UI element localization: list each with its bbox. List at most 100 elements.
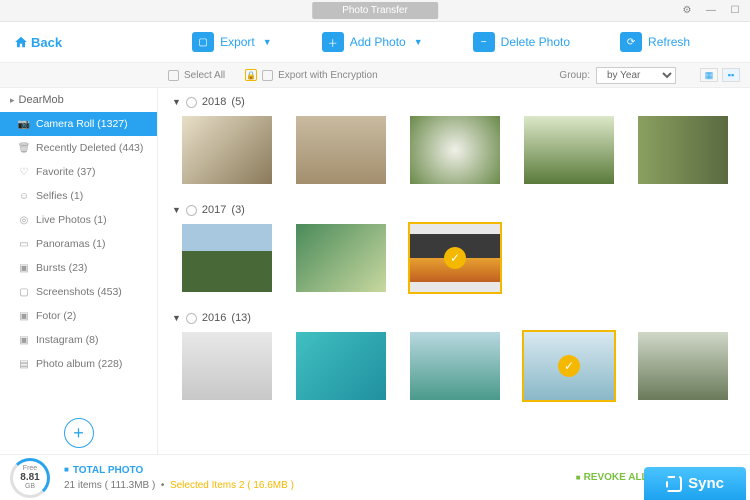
album-icon: ▤ [18,358,30,370]
sidebar-item-fotor[interactable]: ▣ Fotor (2) [0,304,157,328]
sidebar-item-live-photos[interactable]: ◎ Live Photos (1) [0,208,157,232]
back-button[interactable]: Back [14,35,62,50]
total-label: TOTAL PHOTO [73,463,143,478]
encrypt-checkbox[interactable] [262,70,273,81]
status-bar: Free 8.81 GB TOTAL PHOTO 21 items ( 111.… [0,454,750,500]
chevron-down-icon: ▼ [172,205,181,215]
folder-icon: ▣ [18,310,30,322]
view-large-button[interactable]: ▦ [700,68,718,82]
sync-label: Sync [688,475,724,492]
sidebar-item-label: Bursts (23) [36,262,87,274]
year-header[interactable]: ▼ 2018 (5) [172,92,750,112]
minimize-button[interactable]: — [704,4,718,18]
folder-icon: ▣ [18,334,30,346]
delete-photo-icon: − [473,32,495,52]
photo-thumb[interactable] [638,116,728,184]
refresh-button[interactable]: ⟳ Refresh [620,32,690,52]
view-small-button[interactable]: ▪▪ [722,68,740,82]
group-select[interactable]: by Year [596,67,676,84]
export-icon: ▢ [192,32,214,52]
storage-meter: Free 8.81 GB [10,458,50,498]
photo-thumb[interactable] [524,116,614,184]
sidebar-item-camera-roll[interactable]: 📷Camera Roll (1327) [0,112,157,136]
sidebar-item-label: Favorite (37) [36,166,96,178]
sidebar-item-label: Selfies (1) [36,190,83,202]
home-icon [14,35,28,49]
year-header[interactable]: ▼ 2017 (3) [172,200,750,220]
sidebar-item-selfies[interactable]: ☺Selfies (1) [0,184,157,208]
photo-thumb[interactable] [638,332,728,400]
main-toolbar: Back ▢ Export ▼ ＋ Add Photo ▼ − Delete P… [0,22,750,62]
photo-thumb[interactable] [524,332,614,400]
year-label: 2016 [202,312,226,324]
sidebar-item-panoramas[interactable]: ▭ Panoramas (1) [0,232,157,256]
year-group-2016: ▼ 2016 (13) [172,308,750,410]
free-gb: 8.81 [20,472,39,483]
year-label: 2017 [202,204,226,216]
album-list: 📷Camera Roll (1327) 🗑Recently Deleted (4… [0,112,157,412]
selected-line: Selected Items 2 ( 16.6MB ) [170,480,294,491]
sidebar: DearMob 📷Camera Roll (1327) 🗑Recently De… [0,88,158,454]
delete-photo-label: Delete Photo [501,35,570,49]
back-label: Back [31,35,62,50]
year-checkbox[interactable] [186,205,197,216]
sidebar-item-label: Live Photos (1) [36,214,107,226]
add-album-button[interactable]: + [64,418,94,448]
export-button[interactable]: ▢ Export ▼ [192,32,272,52]
photo-thumb[interactable] [410,224,500,292]
free-label: Free [23,465,37,472]
year-checkbox[interactable] [186,313,197,324]
select-all-label: Select All [184,70,225,81]
sidebar-item-photo-album[interactable]: ▤ Photo album (228) [0,352,157,376]
photo-thumb[interactable] [296,332,386,400]
year-count: (3) [231,204,244,216]
year-count: (5) [231,96,244,108]
settings-icon[interactable]: ⚙ [680,4,694,18]
total-line: 21 items ( 111.3MB ) [64,480,155,491]
burst-icon: ▣ [18,262,30,274]
year-group-2018: ▼ 2018 (5) [172,92,750,194]
sidebar-item-recently-deleted[interactable]: 🗑Recently Deleted (443) [0,136,157,160]
sidebar-item-label: Fotor (2) [36,310,76,322]
add-photo-button[interactable]: ＋ Add Photo ▼ [322,32,423,52]
photo-thumb[interactable] [410,332,500,400]
stats: TOTAL PHOTO 21 items ( 111.3MB ) • Selec… [64,463,294,493]
add-photo-icon: ＋ [322,32,344,52]
live-icon: ◎ [18,214,30,226]
lock-icon[interactable]: 🔒 [245,69,257,81]
title-bar: Photo Transfer ⚙ — ☐ [0,0,750,22]
heart-icon: ♡ [18,166,30,178]
sidebar-item-label: Photo album (228) [36,358,122,370]
maximize-button[interactable]: ☐ [728,4,742,18]
export-label: Export [220,35,255,49]
photo-thumb[interactable] [182,116,272,184]
photo-grid: ▼ 2018 (5) ▼ 2017 (3) [158,88,750,454]
pano-icon: ▭ [18,238,30,250]
sync-button[interactable]: Sync [644,467,746,500]
year-count: (13) [231,312,251,324]
sidebar-item-label: Instagram (8) [36,334,98,346]
photo-thumb[interactable] [296,224,386,292]
device-name[interactable]: DearMob [0,88,157,112]
sidebar-item-favorite[interactable]: ♡ Favorite (37) [0,160,157,184]
photo-thumb[interactable] [182,332,272,400]
delete-photo-button[interactable]: − Delete Photo [473,32,570,52]
photo-thumb[interactable] [182,224,272,292]
sidebar-item-screenshots[interactable]: ▢ Screenshots (453) [0,280,157,304]
encrypt-label: Export with Encryption [278,70,378,81]
sidebar-item-instagram[interactable]: ▣ Instagram (8) [0,328,157,352]
year-checkbox[interactable] [186,97,197,108]
chevron-down-icon: ▼ [414,37,423,47]
year-label: 2018 [202,96,226,108]
year-header[interactable]: ▼ 2016 (13) [172,308,750,328]
sidebar-item-label: Screenshots (453) [36,286,122,298]
camera-icon: 📷 [18,118,30,130]
screen-icon: ▢ [18,286,30,298]
photo-thumb[interactable] [410,116,500,184]
sidebar-item-bursts[interactable]: ▣ Bursts (23) [0,256,157,280]
sidebar-item-label: Panoramas (1) [36,238,105,250]
gb-unit: GB [25,483,35,490]
select-all-checkbox[interactable] [168,70,179,81]
revoke-all-button[interactable]: REVOKE ALL [576,472,648,483]
photo-thumb[interactable] [296,116,386,184]
